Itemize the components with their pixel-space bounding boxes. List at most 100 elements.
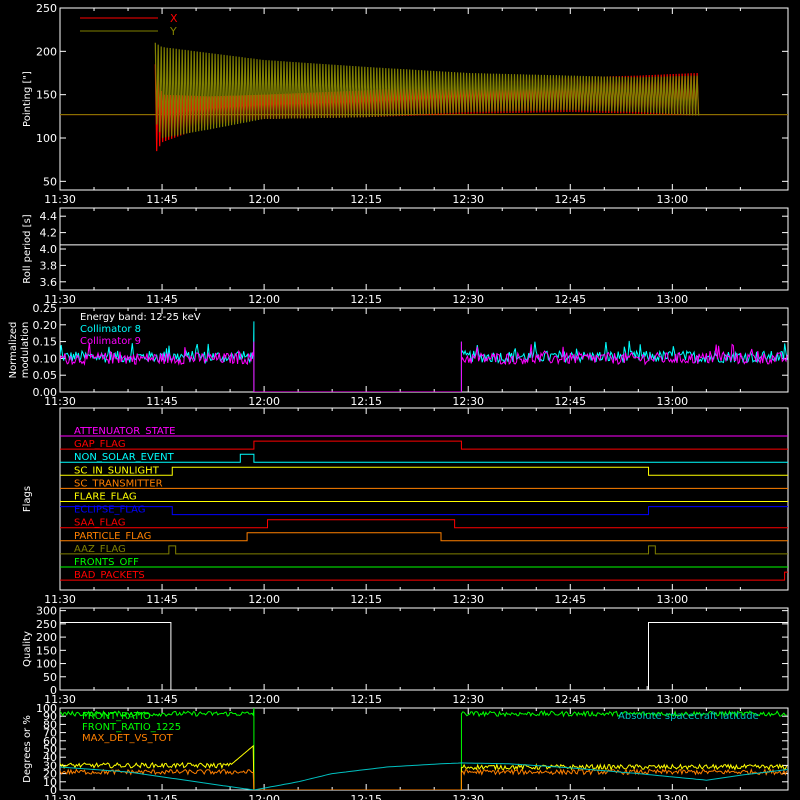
x-tick-label: 13:00 bbox=[656, 395, 688, 408]
y-axis-label: Normalized modulation bbox=[8, 322, 31, 379]
x-tick-label: 12:45 bbox=[554, 395, 586, 408]
y-axis-label-text: Quality bbox=[22, 631, 33, 667]
flag-label-attenuator-state: ATTENUATOR_STATE bbox=[74, 426, 175, 437]
flag-label-sc-transmitter: SC_TRANSMITTER bbox=[74, 478, 163, 489]
flag-label-saa-flag: SAA_FLAG bbox=[74, 518, 125, 529]
x-tick-label: 12:30 bbox=[452, 193, 484, 206]
x-tick-label: 12:15 bbox=[350, 395, 382, 408]
x-tick-label: 11:45 bbox=[146, 593, 178, 606]
y-tick-label: 100 bbox=[36, 132, 57, 145]
plot-area bbox=[60, 321, 788, 392]
y-axis-label: Quality bbox=[22, 631, 33, 667]
y-tick-label: 0.15 bbox=[33, 336, 58, 349]
plot-area bbox=[60, 42, 788, 152]
panel-modulation: 11:30 11:45 12:00 12:15 12:30 12:45 13:00Norma… bbox=[8, 302, 789, 408]
y-tick-label: 0.25 bbox=[33, 302, 58, 315]
y-tick-label: 3.8 bbox=[40, 259, 58, 272]
x-tick-label: 12:00 bbox=[248, 193, 280, 206]
x-tick-label: 12:30 bbox=[452, 395, 484, 408]
y-tick-label: 0 bbox=[50, 684, 57, 697]
x-tick-label: 12:00 bbox=[248, 395, 280, 408]
quicklook-plot-svg: 11:30 11:45 12:00 12:15 12:30 12:45 13:00 Point… bbox=[8, 2, 789, 800]
y-tick-label: 4.4 bbox=[40, 210, 58, 223]
legend-label-X: X bbox=[170, 12, 178, 25]
y-tick-label: 0.20 bbox=[33, 319, 58, 332]
y-tick-label: 0.00 bbox=[33, 386, 58, 399]
flag-label-sc-in-sunlight: SC_IN_SUNLIGHT bbox=[74, 465, 160, 476]
x-tick-label: 12:30 bbox=[452, 293, 484, 306]
y-tick-label: 100 bbox=[36, 658, 57, 671]
series-line-front-ratio-1225 bbox=[60, 744, 788, 790]
x-tick-label: 11:30 bbox=[44, 793, 76, 800]
flag-label-aaz-flag: AAZ_FLAG bbox=[74, 544, 126, 555]
x-tick-label: 12:00 bbox=[248, 693, 280, 706]
panel-roll-period: 11:30 11:45 12:00 12:15 12:30 12:45 13:00Roll … bbox=[22, 207, 789, 306]
x-tick-label: 12:30 bbox=[452, 793, 484, 800]
y-tick-label: 250 bbox=[36, 2, 57, 15]
y-axis-label-text: Flags bbox=[22, 486, 33, 512]
flag-label-flare-flag: FLARE_FLAG bbox=[74, 492, 137, 503]
flag-line-sc-in-sunlight bbox=[60, 466, 788, 476]
legend-label-front-ratio: FRONT_RATIO bbox=[82, 711, 151, 722]
plot-area bbox=[60, 622, 788, 690]
x-tick-label: 12:00 bbox=[248, 593, 280, 606]
x-tick-label: 12:00 bbox=[248, 793, 280, 800]
y-tick-label: 100 bbox=[36, 702, 57, 715]
y-tick-label: 250 bbox=[36, 618, 57, 631]
x-tick-label: 12:45 bbox=[554, 593, 586, 606]
y-axis-label: Roll period [s] bbox=[22, 214, 33, 283]
panel-quality: 11:30 11:45 12:00 12:15 12:30 12:45 13:00Quali… bbox=[22, 605, 789, 706]
x-tick-label: 12:45 bbox=[554, 693, 586, 706]
legend-label-Collimator-8: Collimator 8 bbox=[80, 324, 141, 335]
flag-line-bad-packets bbox=[60, 571, 788, 581]
panel-frame bbox=[59, 207, 789, 291]
y-axis-label: Degrees or % bbox=[22, 715, 33, 783]
y-tick-label: 4.0 bbox=[40, 243, 58, 256]
x-tick-label: 12:45 bbox=[554, 193, 586, 206]
flag-label-non-solar-event: NON_SOLAR_EVENT bbox=[74, 452, 175, 463]
y-tick-label: 0.10 bbox=[33, 352, 58, 365]
flag-line-aaz-flag bbox=[60, 545, 788, 555]
x-tick-label: 11:45 bbox=[146, 395, 178, 408]
y-tick-label: 3.6 bbox=[40, 276, 58, 289]
flag-line-gap-flag bbox=[60, 440, 788, 450]
x-tick-label: 13:00 bbox=[656, 193, 688, 206]
x-tick-label: 12:30 bbox=[452, 593, 484, 606]
panel-frame bbox=[59, 607, 789, 691]
x-tick-label: 11:45 bbox=[146, 793, 178, 800]
y-axis-label-text: Degrees or % bbox=[22, 715, 33, 783]
x-tick-label: 11:45 bbox=[146, 193, 178, 206]
x-tick-label: 12:15 bbox=[350, 793, 382, 800]
flag-label-particle-flag: PARTICLE_FLAG bbox=[74, 531, 151, 542]
x-tick-label: 12:00 bbox=[248, 293, 280, 306]
legend-label-Collimator-9: Collimator 9 bbox=[80, 336, 141, 347]
series-line-max-det-vs-tot bbox=[60, 767, 788, 790]
x-tick-label: 12:15 bbox=[350, 693, 382, 706]
flag-line-saa-flag bbox=[60, 519, 788, 529]
x-tick-label: 11:45 bbox=[146, 293, 178, 306]
flag-line-particle-flag bbox=[60, 532, 788, 542]
flag-label-eclipse-flag: ECLIPSE_FLAG bbox=[74, 505, 145, 516]
y-axis-label-line: Normalized bbox=[8, 322, 19, 379]
x-tick-label: 12:15 bbox=[350, 193, 382, 206]
flag-line-eclipse-flag bbox=[60, 506, 788, 516]
y-axis-label: Pointing ["] bbox=[22, 71, 33, 127]
latitude-annotation: Absolute spacecraft latitude bbox=[618, 711, 759, 722]
quality-line bbox=[60, 622, 788, 690]
legend-label-front-ratio-1225: FRONT_RATIO_1225 bbox=[82, 722, 181, 733]
panel-flags: 11:30 11:45 12:00 12:15 12:30 12:45 13:00Flags… bbox=[22, 407, 789, 606]
quicklook-figure: 11:30 11:45 12:00 12:15 12:30 12:45 13:00 Point… bbox=[0, 0, 800, 800]
x-tick-label: 12:15 bbox=[350, 593, 382, 606]
x-tick-label: 13:00 bbox=[656, 293, 688, 306]
flag-label-fronts-off: FRONTS_OFF bbox=[74, 557, 139, 568]
legend-label-max-det-vs-tot: MAX_DET_VS_TOT bbox=[82, 733, 174, 744]
y-tick-label: 0.05 bbox=[33, 369, 58, 382]
y-axis-label-line: modulation bbox=[20, 322, 31, 379]
y-tick-label: 300 bbox=[36, 605, 57, 618]
y-axis-label-text: Roll period [s] bbox=[22, 214, 33, 283]
x-tick-label: 12:45 bbox=[554, 293, 586, 306]
energy-band-annotation: Energy band: 12-25 keV bbox=[80, 312, 201, 323]
y-tick-label: 200 bbox=[36, 45, 57, 58]
y-tick-label: 50 bbox=[43, 175, 57, 188]
x-tick-label: 12:45 bbox=[554, 793, 586, 800]
